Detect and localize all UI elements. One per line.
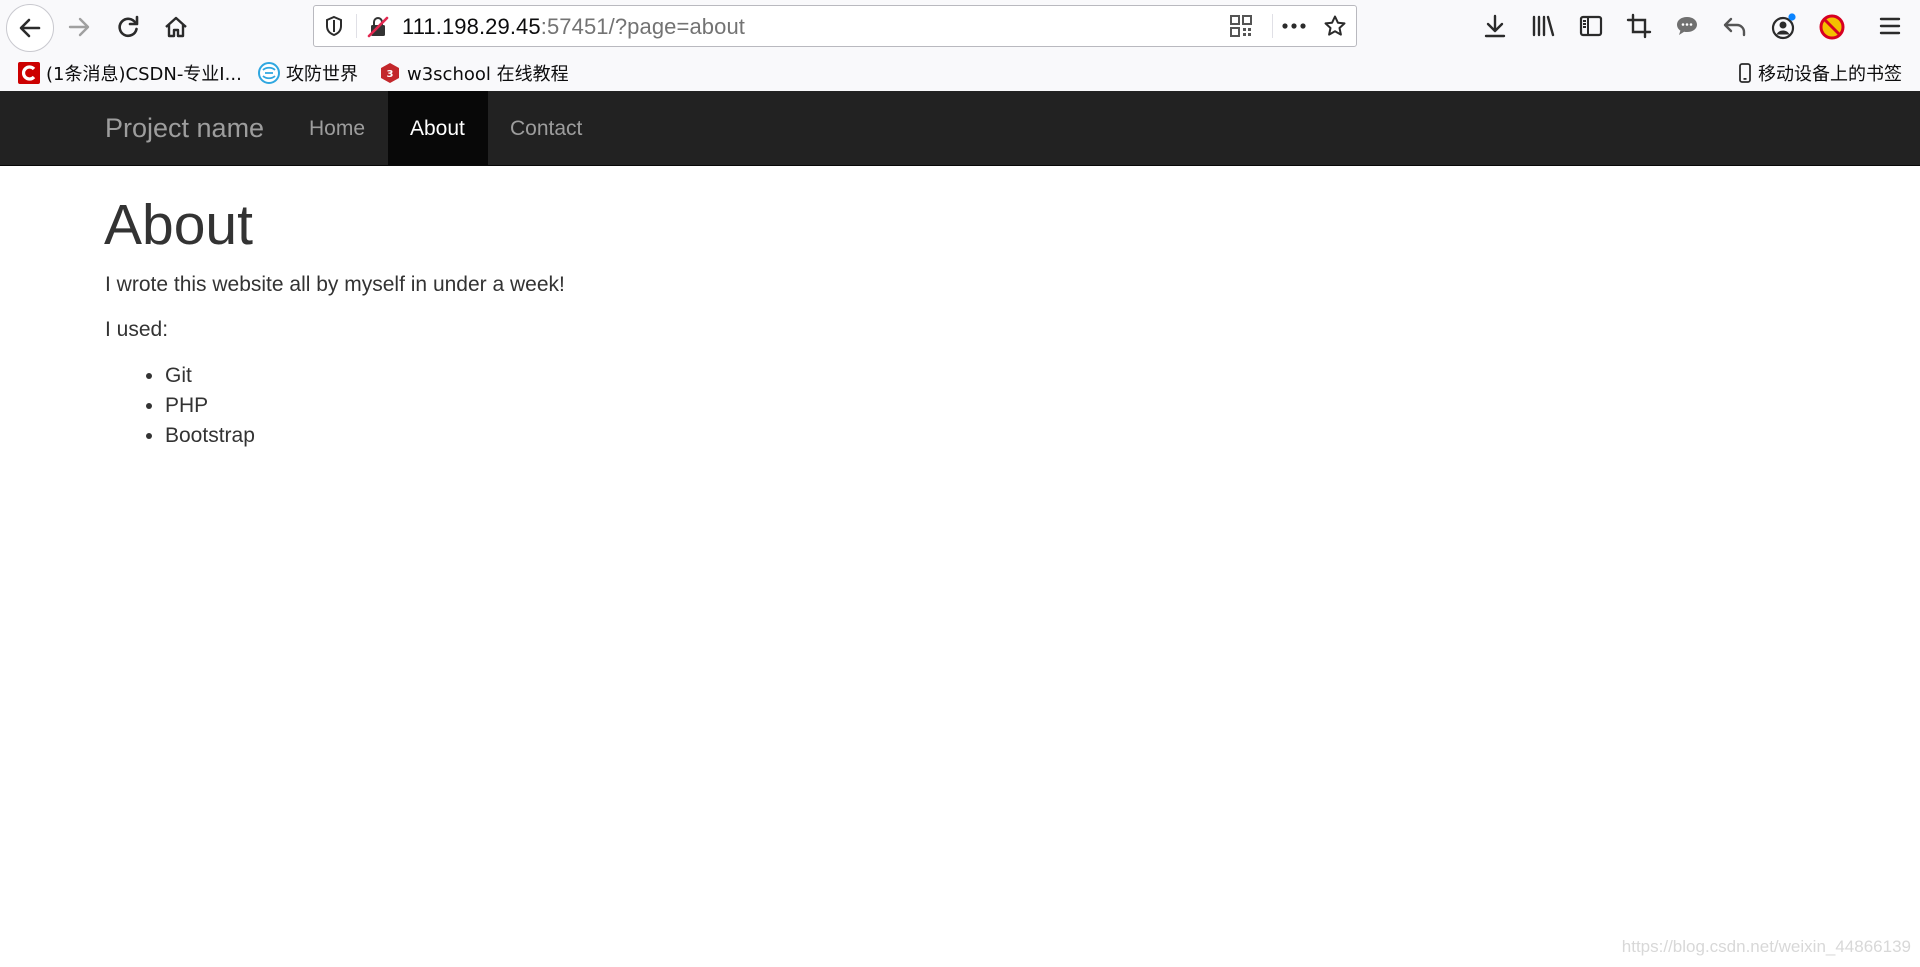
extension-blocker-icon[interactable] <box>1818 13 1846 46</box>
list-item: Git <box>165 361 255 391</box>
sidebar-icon[interactable] <box>1578 13 1604 44</box>
back-button[interactable] <box>6 4 54 52</box>
reload-icon <box>115 14 141 40</box>
nav-home[interactable]: Home <box>287 91 387 166</box>
bookmark-gongfang[interactable]: 攻防世界 <box>258 61 358 85</box>
reload-button[interactable] <box>105 4 151 50</box>
nav-about[interactable]: About <box>388 91 488 166</box>
csdn-icon <box>18 62 40 84</box>
svg-text:3: 3 <box>387 69 394 80</box>
library-icon[interactable] <box>1530 13 1556 44</box>
chat-bubble-icon[interactable] <box>1674 13 1700 44</box>
menu-hamburger-icon[interactable] <box>1878 14 1902 43</box>
bookmark-w3school[interactable]: 3 w3school 在线教程 <box>379 61 569 85</box>
globe-icon <box>258 62 280 84</box>
account-icon[interactable] <box>1770 13 1798 46</box>
page-title: About <box>104 193 253 257</box>
list-item: Bootstrap <box>165 421 255 451</box>
page-actions-icon[interactable] <box>1280 15 1308 42</box>
home-button[interactable] <box>153 4 199 50</box>
url-separator <box>356 14 357 38</box>
screenshot-crop-icon[interactable] <box>1626 13 1652 44</box>
bookmark-label: (1条消息)CSDN-专业I... <box>46 64 242 85</box>
browser-toolbar: 111.198.29.45:57451/?page=about <box>0 0 1920 54</box>
insecure-connection-icon[interactable] <box>366 15 390 44</box>
used-label: I used: <box>105 318 169 341</box>
shield-icon[interactable] <box>322 14 346 43</box>
qr-code-icon[interactable] <box>1230 15 1252 42</box>
navbar-brand[interactable]: Project name <box>105 91 264 166</box>
nav-contact[interactable]: Contact <box>488 91 604 166</box>
watermark: https://blog.csdn.net/weixin_44866139 <box>1621 937 1911 956</box>
url-path: :57451/?page=about <box>540 14 746 39</box>
list-item: PHP <box>165 391 255 421</box>
w3school-icon: 3 <box>379 62 401 84</box>
arrow-left-icon <box>17 15 43 41</box>
bookmark-csdn[interactable]: (1条消息)CSDN-专业I... <box>18 61 242 85</box>
forward-button[interactable] <box>56 4 102 50</box>
intro-text: I wrote this website all by myself in un… <box>105 273 565 296</box>
site-navbar: Project name Home About Contact <box>0 91 1920 166</box>
tools-list: Git PHP Bootstrap <box>105 361 255 451</box>
mobile-bookmarks-label: 移动设备上的书签 <box>1758 64 1902 85</box>
bookmark-label: w3school 在线教程 <box>407 64 569 85</box>
arrow-right-icon <box>66 14 92 40</box>
mobile-phone-icon <box>1738 62 1752 84</box>
url-host: 111.198.29.45 <box>402 14 541 39</box>
undo-icon[interactable] <box>1722 13 1748 44</box>
bookmark-star-icon[interactable] <box>1323 14 1347 43</box>
bookmarks-toolbar: (1条消息)CSDN-专业I... 攻防世界 3 w3school 在线教程 移… <box>0 54 1920 91</box>
bookmark-label: 攻防世界 <box>286 64 358 85</box>
mobile-bookmarks[interactable]: 移动设备上的书签 <box>1738 61 1902 85</box>
url-text[interactable]: 111.198.29.45:57451/?page=about <box>402 15 745 39</box>
download-icon[interactable] <box>1482 13 1508 44</box>
address-bar[interactable]: 111.198.29.45:57451/?page=about <box>313 5 1357 47</box>
home-icon <box>163 14 189 40</box>
url-separator <box>1272 14 1273 38</box>
